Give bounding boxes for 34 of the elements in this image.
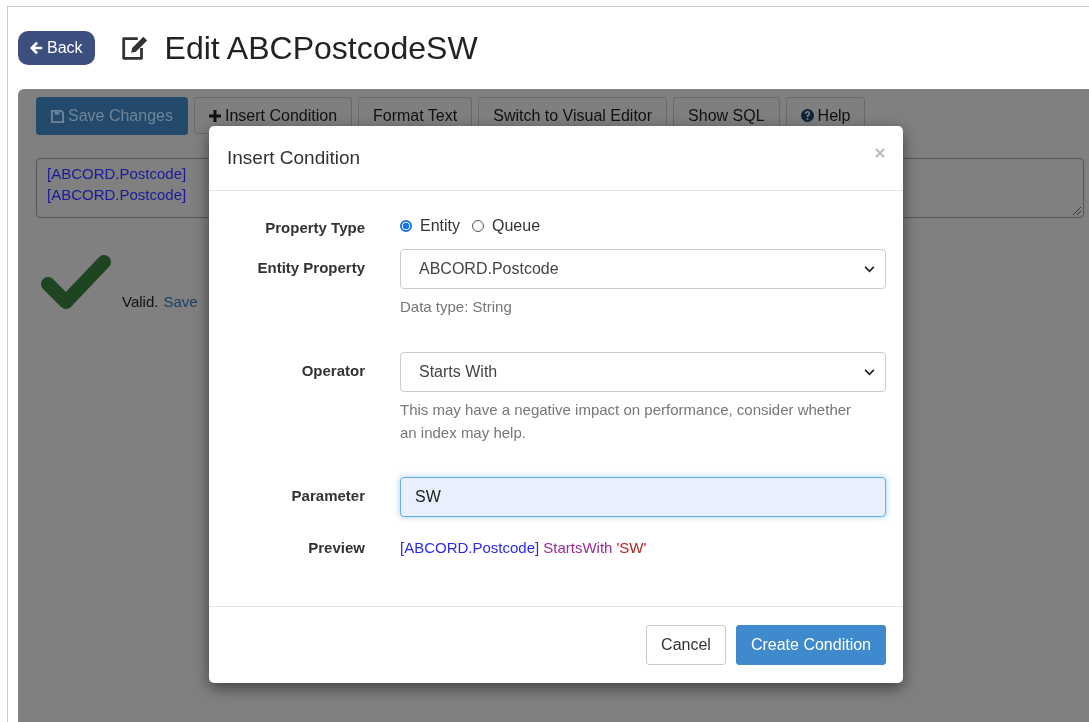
field-label: Entity Property	[256, 258, 365, 276]
field-label: Operator	[300, 361, 365, 379]
parameter-input[interactable]: SW	[400, 477, 886, 517]
radio-label[interactable]: Entity	[420, 217, 460, 235]
radio-button[interactable]	[400, 220, 412, 232]
checkmark-icon	[40, 254, 112, 310]
chevron-down-icon	[864, 368, 875, 376]
dialog-button[interactable]: Create Condition	[735, 625, 886, 665]
help-text: This may have a negative impact on performance, consider whether an index may help.	[400, 400, 853, 443]
preview-token: [ABCORD.Postcode]	[400, 539, 540, 556]
help-text: Data type: String	[400, 297, 513, 317]
preview-token: 'SW'	[616, 539, 647, 556]
field-label: Preview	[307, 538, 365, 556]
field-label: Property Type	[264, 218, 365, 236]
resize-grip-icon	[1073, 207, 1081, 215]
save-link[interactable]: Save	[163, 293, 198, 310]
chevron-down-icon	[864, 265, 875, 273]
validation-status: Valid.	[122, 293, 159, 310]
query-line: [ABCORD.Postcode]	[47, 164, 188, 184]
plus-icon	[208, 109, 221, 122]
page-title: Edit ABCPostcodeSW	[164, 29, 478, 67]
back-button[interactable]: Back	[18, 31, 95, 65]
toolbar-button[interactable]: Save Changes	[36, 97, 188, 135]
operator-select[interactable]: Starts With	[400, 352, 886, 392]
save-icon	[51, 109, 64, 123]
help-icon	[800, 109, 814, 122]
arrow-left-icon	[30, 41, 44, 55]
dialog-button[interactable]: Cancel	[646, 625, 726, 665]
entity-property-select[interactable]: ABCORD.Postcode	[400, 249, 886, 289]
preview-token: StartsWith	[543, 539, 613, 556]
field-label: Parameter	[290, 486, 365, 504]
dialog-title: Insert Condition	[227, 147, 361, 169]
query-line: [ABCORD.Postcode]	[47, 185, 188, 205]
radio-label[interactable]: Queue	[492, 217, 541, 235]
